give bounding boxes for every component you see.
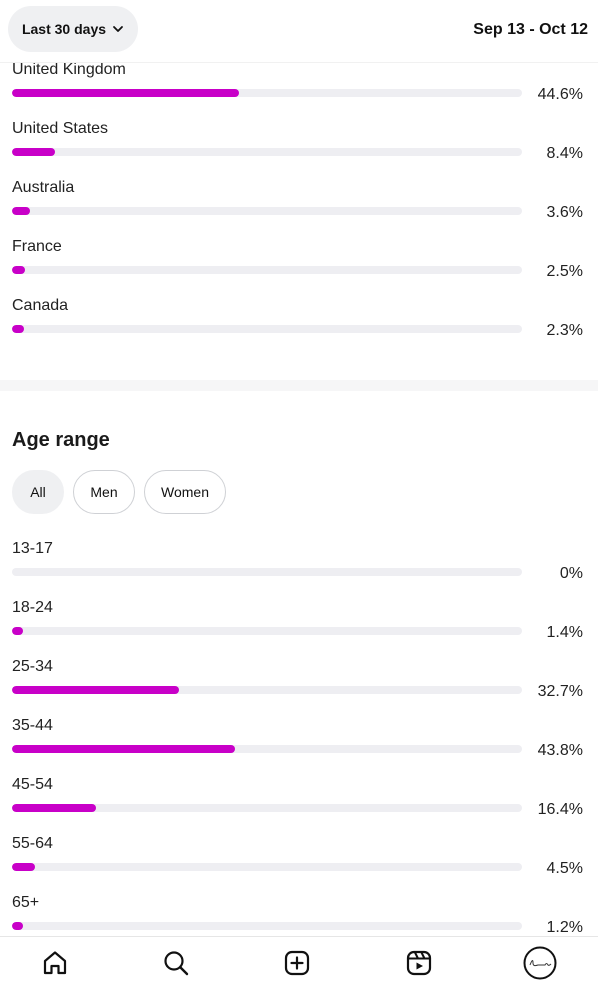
bar-track xyxy=(12,745,522,753)
country-label: France xyxy=(12,238,62,255)
bar-track xyxy=(12,89,522,97)
bar-fill xyxy=(12,325,24,333)
filter-chip-all[interactable]: All xyxy=(12,470,64,514)
bar-fill xyxy=(12,89,240,97)
age-label: 45-54 xyxy=(12,776,53,793)
bar-fill xyxy=(12,804,96,812)
bar-track xyxy=(12,922,522,930)
bar-track xyxy=(12,266,522,274)
section-divider xyxy=(0,380,598,391)
bar-track xyxy=(12,686,522,694)
percent-value: 8.4% xyxy=(546,145,583,162)
nav-create[interactable] xyxy=(277,943,317,982)
country-row: United Kingdom 44.6% xyxy=(12,61,586,117)
chevron-down-icon xyxy=(113,26,123,32)
date-range-text: Sep 13 - Oct 12 xyxy=(473,21,588,38)
date-range-label: Last 30 days xyxy=(21,21,107,37)
bar-track xyxy=(12,863,522,871)
country-row: United States 8.4% xyxy=(12,120,586,176)
bar-fill xyxy=(12,627,24,635)
bar-track xyxy=(12,148,522,156)
search-icon xyxy=(164,951,189,976)
insights-page: United Kingdom 44.6% United States 8.4% … xyxy=(0,0,598,982)
bar-fill xyxy=(12,686,179,694)
bar-track xyxy=(12,804,522,812)
reels-icon xyxy=(406,950,432,976)
percent-value: 16.4% xyxy=(537,801,583,818)
percent-value: 43.8% xyxy=(537,742,583,759)
country-label: United Kingdom xyxy=(12,61,126,78)
age-row: 35-44 43.8% xyxy=(12,717,586,773)
bar-track xyxy=(12,207,522,215)
age-label: 35-44 xyxy=(12,717,53,734)
section-title: Age range xyxy=(12,429,110,451)
age-label: 25-34 xyxy=(12,658,53,675)
percent-value: 1.2% xyxy=(546,919,583,936)
bar-track xyxy=(12,627,522,635)
country-row: Australia 3.6% xyxy=(12,179,586,235)
date-range-dropdown[interactable]: Last 30 days xyxy=(8,6,138,52)
bar-fill xyxy=(12,266,25,274)
bottom-nav xyxy=(0,936,598,982)
country-label: Canada xyxy=(12,297,69,314)
home-icon xyxy=(43,951,67,975)
age-label: 55-64 xyxy=(12,835,53,852)
percent-value: 2.3% xyxy=(546,322,583,339)
percent-value: 0% xyxy=(559,565,583,582)
age-label: 18-24 xyxy=(12,599,53,616)
bar-fill xyxy=(12,863,35,871)
bar-track xyxy=(12,568,522,576)
age-row: 13-17 0% xyxy=(12,540,586,596)
bar-track xyxy=(12,325,522,333)
bar-fill xyxy=(12,922,24,930)
filter-chip-men[interactable]: Men xyxy=(73,470,135,514)
percent-value: 1.4% xyxy=(546,624,583,641)
percent-value: 44.6% xyxy=(537,86,583,103)
age-row: 25-34 32.7% xyxy=(12,658,586,714)
percent-value: 32.7% xyxy=(537,683,583,700)
age-label: 65+ xyxy=(12,894,40,911)
age-row: 18-24 1.4% xyxy=(12,599,586,655)
bar-fill xyxy=(12,207,31,215)
percent-value: 4.5% xyxy=(546,860,583,877)
nav-search[interactable] xyxy=(156,943,196,982)
country-row: France 2.5% xyxy=(12,238,586,294)
nav-profile[interactable] xyxy=(520,943,560,982)
nav-home[interactable] xyxy=(35,943,75,982)
country-row: Canada 2.3% xyxy=(12,297,586,353)
age-label: 13-17 xyxy=(12,540,53,557)
create-icon xyxy=(284,950,310,976)
country-label: United States xyxy=(12,120,109,137)
age-row: 45-54 16.4% xyxy=(12,776,586,832)
nav-reels[interactable] xyxy=(399,943,439,982)
profile-avatar xyxy=(523,946,557,980)
insights-header: Last 30 days Sep 13 - Oct 12 xyxy=(0,0,598,63)
bar-fill xyxy=(12,148,55,156)
percent-value: 2.5% xyxy=(546,263,583,280)
filter-chip-women[interactable]: Women xyxy=(144,470,226,514)
age-row: 55-64 4.5% xyxy=(12,835,586,891)
percent-value: 3.6% xyxy=(546,204,583,221)
bar-fill xyxy=(12,745,236,753)
country-label: Australia xyxy=(12,179,75,196)
